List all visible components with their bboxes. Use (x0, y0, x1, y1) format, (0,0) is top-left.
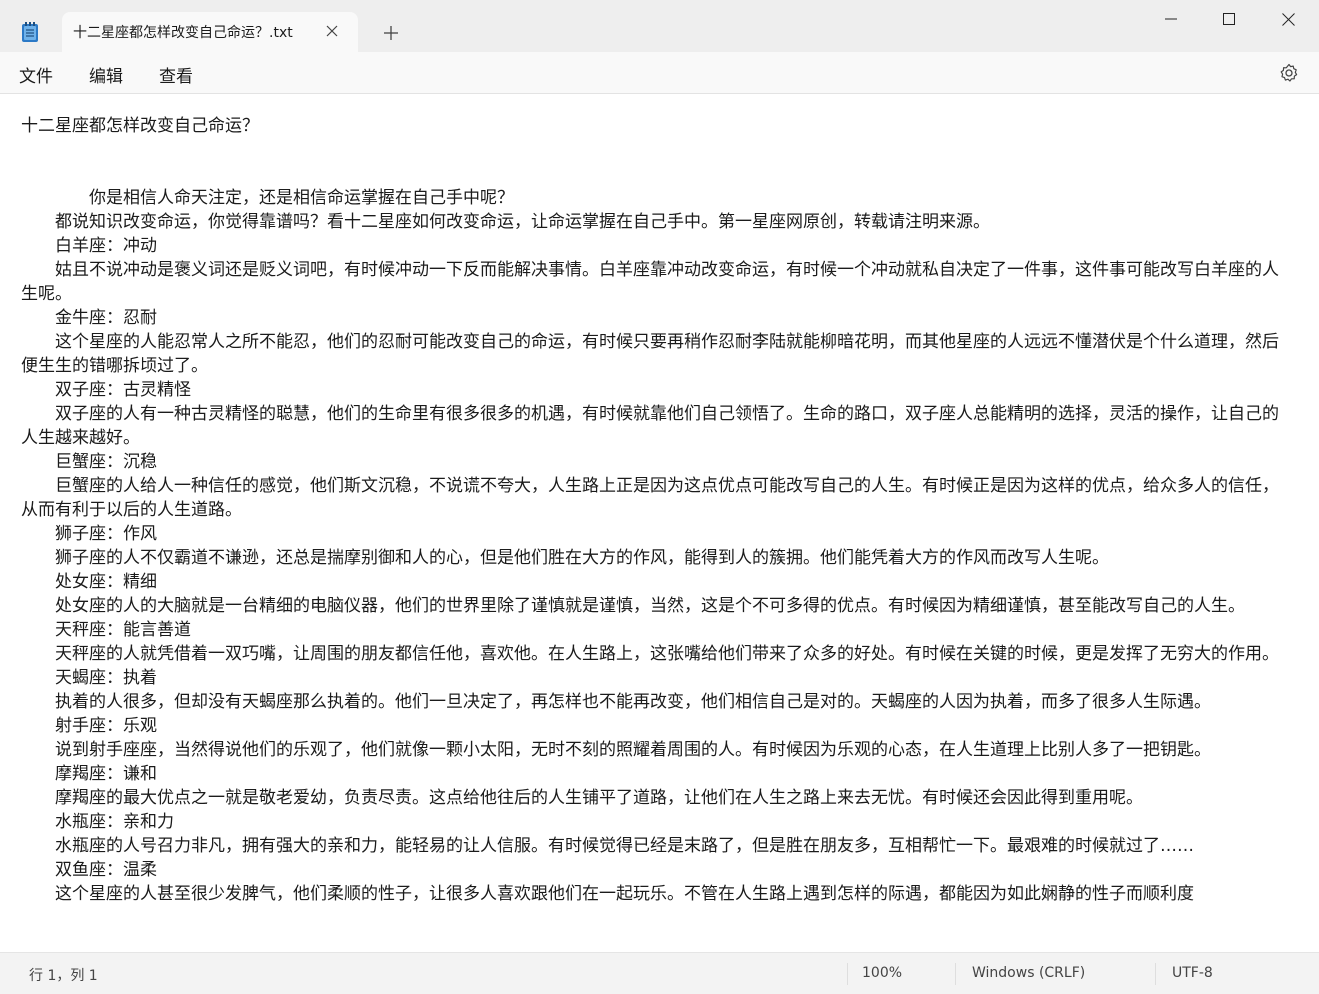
status-divider (1155, 963, 1156, 985)
status-bar: 行 1，列 1 100% Windows (CRLF) UTF-8 (0, 952, 1319, 994)
document-content[interactable]: 十二星座都怎样改变自己命运？ 你是相信人命天注定，还是相信命运掌握在自己手中呢？… (21, 114, 1291, 906)
menu-file[interactable]: 文件 (19, 62, 53, 87)
minimize-icon (1165, 18, 1177, 20)
zoom-level[interactable]: 100% (862, 965, 902, 981)
gear-icon[interactable] (1279, 63, 1299, 83)
status-divider (847, 963, 848, 985)
notepad-icon (20, 21, 40, 43)
close-icon[interactable] (322, 21, 342, 41)
menu-view[interactable]: 查看 (159, 62, 193, 87)
encoding[interactable]: UTF-8 (1172, 965, 1213, 981)
cursor-position: 行 1，列 1 (29, 968, 98, 984)
menu-edit[interactable]: 编辑 (89, 62, 123, 87)
menu-bar: 文件 编辑 查看 (0, 52, 1319, 94)
tab-document[interactable]: 十二星座都怎样改变自己命运？.txt (62, 12, 358, 52)
minimize-button[interactable] (1142, 0, 1200, 38)
close-window-button[interactable] (1259, 0, 1317, 38)
text-editor[interactable]: 十二星座都怎样改变自己命运？ 你是相信人命天注定，还是相信命运掌握在自己手中呢？… (0, 94, 1319, 952)
close-icon (1281, 12, 1295, 26)
maximize-icon (1223, 13, 1235, 25)
status-divider (955, 963, 956, 985)
tab-title: 十二星座都怎样改变自己命运？.txt (73, 25, 293, 41)
new-tab-button[interactable] (378, 20, 404, 46)
maximize-button[interactable] (1200, 0, 1258, 38)
line-ending[interactable]: Windows (CRLF) (972, 965, 1085, 981)
title-bar: 十二星座都怎样改变自己命运？.txt (0, 0, 1319, 52)
plus-icon (384, 26, 398, 40)
